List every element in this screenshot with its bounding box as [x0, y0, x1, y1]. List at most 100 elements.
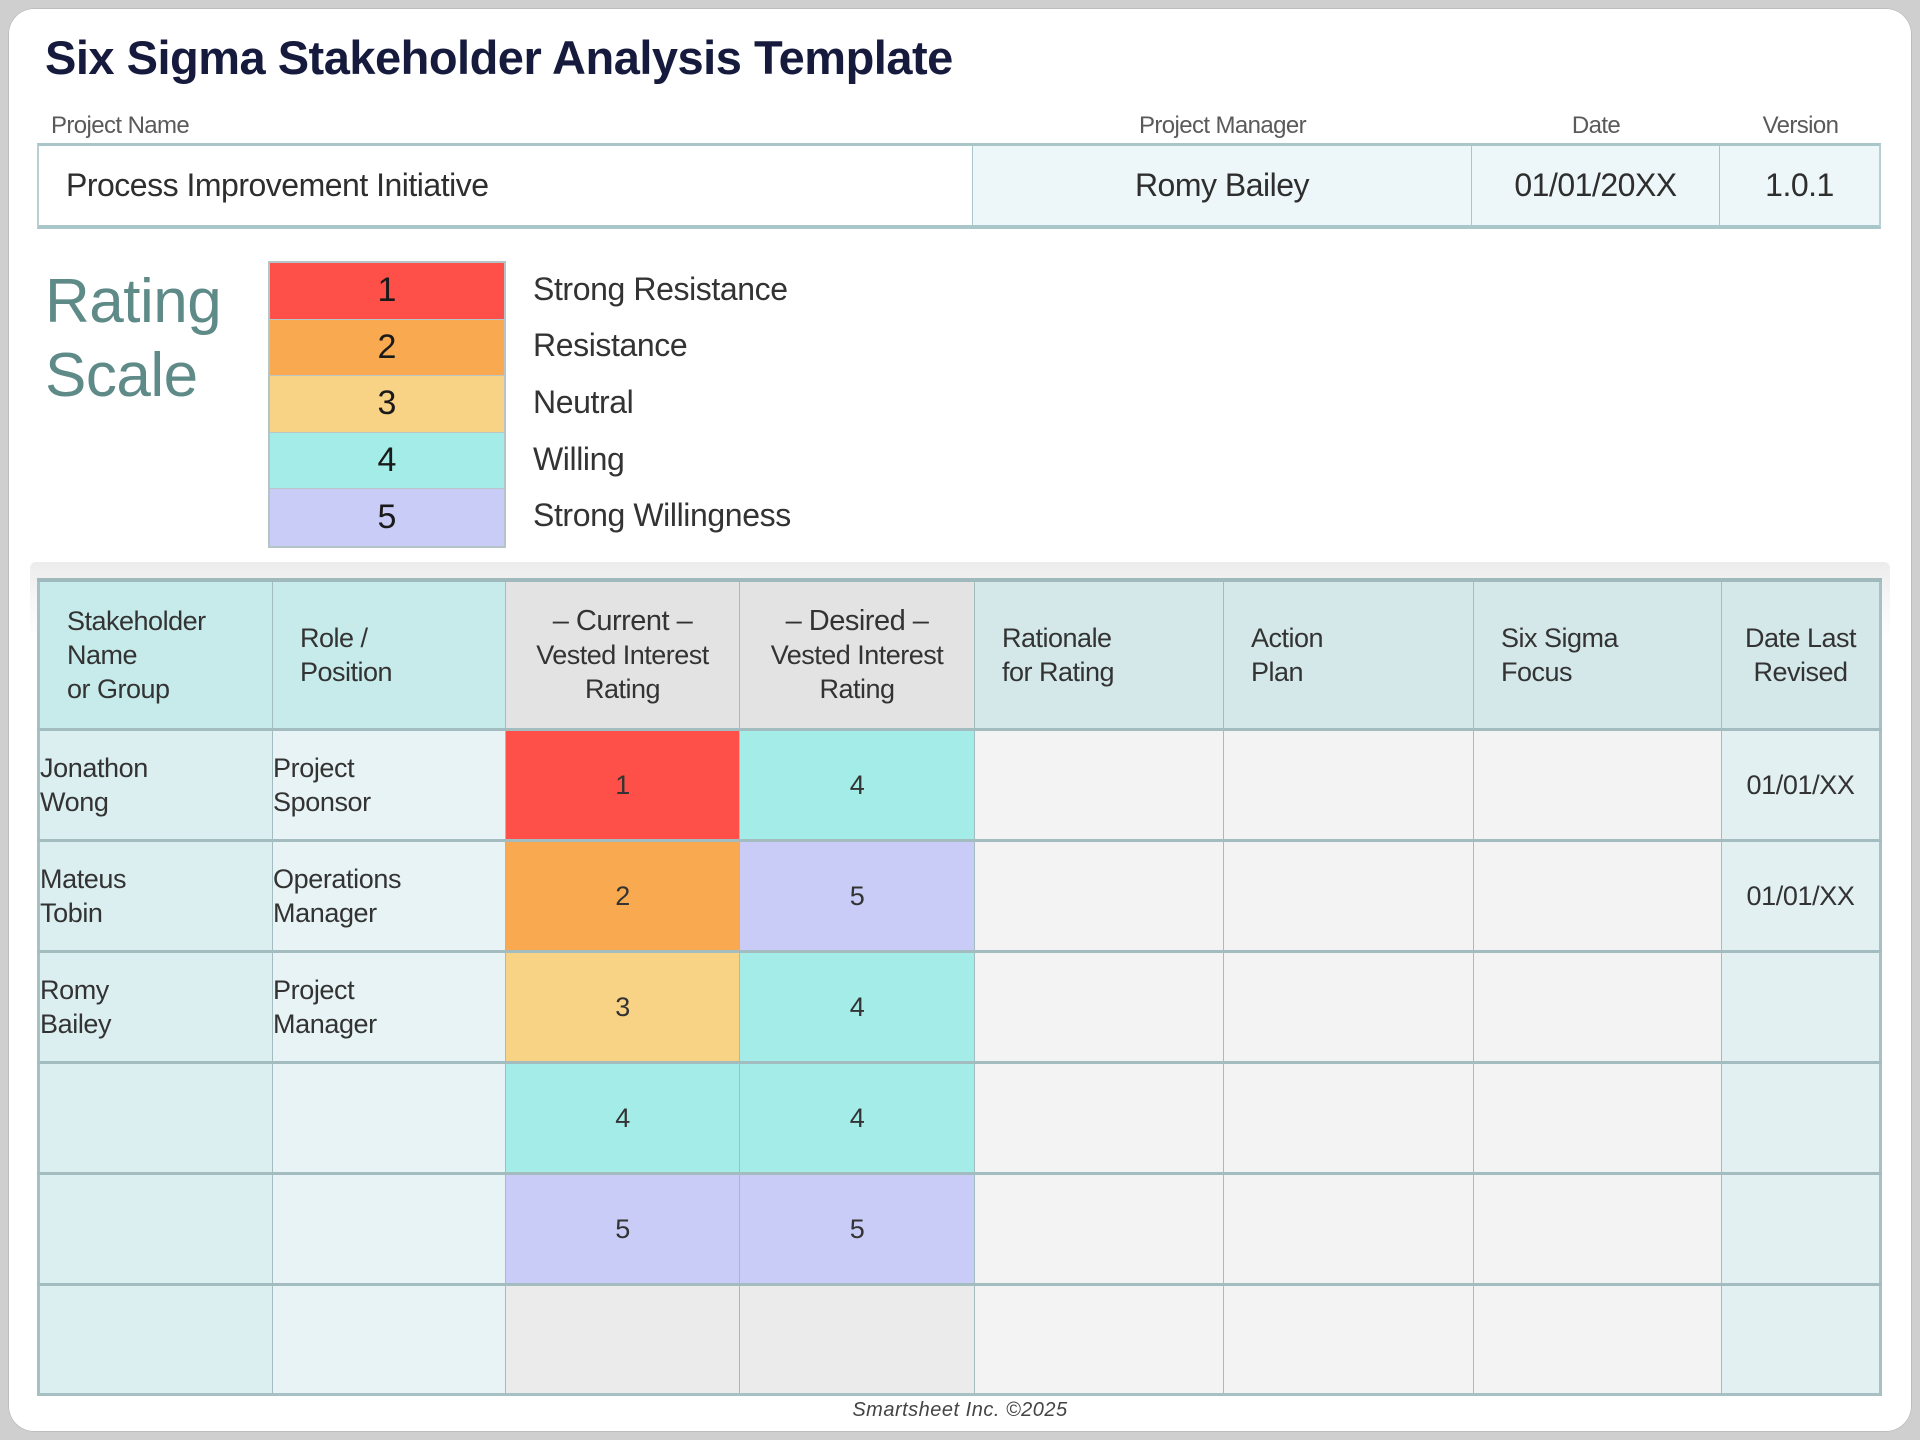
project-name-field[interactable]: Process Improvement Initiative	[39, 146, 973, 225]
focus-cell[interactable]	[1473, 1172, 1722, 1285]
role-cell[interactable]	[272, 1061, 506, 1174]
project-manager-label: Project Manager	[1138, 112, 1307, 139]
date-label: Date	[1571, 112, 1621, 139]
date-revised-cell[interactable]	[1721, 1283, 1881, 1395]
rationale-cell[interactable]	[974, 839, 1224, 952]
header-text: – Desired –	[785, 604, 929, 637]
focus-cell[interactable]	[1473, 950, 1722, 1063]
table-row	[38, 1283, 1881, 1395]
header-text: Six Sigma	[1501, 622, 1619, 653]
current-rating-cell[interactable]: 1	[505, 728, 740, 841]
stakeholder-name-cell[interactable]	[38, 1283, 273, 1395]
desired-rating-cell[interactable]: 4	[739, 1061, 975, 1174]
date-revised-cell[interactable]	[1721, 1061, 1881, 1174]
name-line: Romy	[40, 974, 109, 1005]
table-row: 44	[38, 1061, 1881, 1174]
stakeholder-name-cell[interactable]	[38, 1061, 273, 1174]
header-text: Rating	[819, 673, 895, 704]
current-rating-cell[interactable]: 3	[505, 950, 740, 1063]
rationale-cell[interactable]	[974, 728, 1224, 841]
action-cell[interactable]	[1223, 1172, 1474, 1285]
header-text: Name	[67, 639, 138, 670]
action-cell[interactable]	[1223, 839, 1474, 952]
role-cell[interactable]	[272, 1283, 506, 1395]
name-line: Jonathon	[40, 752, 148, 783]
table-row: 55	[38, 1172, 1881, 1285]
focus-cell[interactable]	[1473, 839, 1722, 952]
rating-scale-labels: Strong Resistance Resistance Neutral Wil…	[533, 261, 791, 544]
rating-swatch-3: 3	[270, 376, 504, 433]
rating-swatch-4: 4	[270, 432, 504, 490]
project-manager-field[interactable]: Romy Bailey	[973, 146, 1472, 225]
project-info-row: Process Improvement Initiative Romy Bail…	[37, 143, 1881, 229]
version-label: Version	[1762, 112, 1839, 139]
date-field[interactable]: 01/01/20XX	[1472, 146, 1720, 225]
rationale-cell[interactable]	[974, 1061, 1224, 1174]
focus-cell[interactable]	[1473, 1283, 1722, 1395]
rationale-cell[interactable]	[974, 1283, 1224, 1395]
current-rating-cell[interactable]: 2	[505, 839, 740, 952]
current-rating-cell[interactable]	[505, 1283, 740, 1395]
name-line: Bailey	[40, 1008, 112, 1039]
header-text: Date Last	[1744, 622, 1857, 653]
focus-cell[interactable]	[1473, 1061, 1722, 1174]
header-role-position: Role / Position	[272, 579, 506, 730]
stakeholder-name-cell[interactable]: Mateus Tobin	[38, 839, 273, 952]
desired-rating-cell[interactable]: 4	[739, 950, 975, 1063]
rating-swatch-1: 1	[270, 263, 504, 320]
header-text: Stakeholder	[67, 605, 206, 636]
header-text: Revised	[1753, 656, 1848, 687]
header-six-sigma-focus: Six Sigma Focus	[1473, 579, 1722, 730]
header-date-last-revised: Date Last Revised	[1721, 579, 1881, 730]
stakeholder-name-cell[interactable]: Jonathon Wong	[38, 728, 273, 841]
current-rating-cell[interactable]: 5	[505, 1172, 740, 1285]
header-stakeholder-name: Stakeholder Name or Group	[38, 579, 273, 730]
table-row: Romy Bailey Project Manager 3 4	[38, 950, 1881, 1063]
header-action-plan: Action Plan	[1223, 579, 1474, 730]
header-text: Plan	[1251, 656, 1304, 687]
role-cell[interactable]: Operations Manager	[272, 839, 506, 952]
date-revised-cell[interactable]: 01/01/XX	[1721, 728, 1881, 841]
desired-rating-cell[interactable]: 5	[739, 839, 975, 952]
date-revised-cell[interactable]: 01/01/XX	[1721, 839, 1881, 952]
desired-rating-cell[interactable]: 5	[739, 1172, 975, 1285]
header-desired-rating: – Desired – Vested Interest Rating	[739, 579, 975, 730]
desired-rating-cell[interactable]: 4	[739, 728, 975, 841]
rating-label-1: Strong Resistance	[533, 270, 788, 307]
rationale-cell[interactable]	[974, 1172, 1224, 1285]
header-text: Vested Interest	[770, 639, 944, 670]
role-line: Operations	[273, 863, 402, 894]
date-revised-cell[interactable]	[1721, 950, 1881, 1063]
header-text: Focus	[1501, 656, 1573, 687]
rating-swatch-5: 5	[270, 489, 504, 546]
action-cell[interactable]	[1223, 728, 1474, 841]
version-field[interactable]: 1.0.1	[1720, 146, 1879, 225]
header-current-rating: – Current – Vested Interest Rating	[505, 579, 740, 730]
header-rationale: Rationale for Rating	[974, 579, 1224, 730]
header-text: Rating	[584, 673, 661, 704]
rating-label-3: Neutral	[533, 383, 634, 420]
date-revised-cell[interactable]	[1721, 1172, 1881, 1285]
stakeholder-table: Stakeholder Name or Group Role / Positio…	[37, 578, 1882, 1396]
name-line: Mateus	[40, 863, 127, 894]
role-cell[interactable]: Project Manager	[272, 950, 506, 1063]
stakeholder-name-cell[interactable]	[38, 1172, 273, 1285]
action-cell[interactable]	[1223, 1283, 1474, 1395]
rating-scale-swatches: 1 2 3 4 5	[268, 261, 506, 548]
table-row: Mateus Tobin Operations Manager 2 5 01/01/XX	[38, 839, 1881, 952]
desired-rating-cell[interactable]	[739, 1283, 975, 1395]
action-cell[interactable]	[1223, 1061, 1474, 1174]
role-cell[interactable]: Project Sponsor	[272, 728, 506, 841]
stakeholder-name-cell[interactable]: Romy Bailey	[38, 950, 273, 1063]
template-card: Six Sigma Stakeholder Analysis Template …	[8, 8, 1912, 1432]
action-cell[interactable]	[1223, 950, 1474, 1063]
current-rating-cell[interactable]: 4	[505, 1061, 740, 1174]
header-text: Position	[300, 656, 393, 687]
header-text: Action	[1251, 622, 1324, 653]
rationale-cell[interactable]	[974, 950, 1224, 1063]
focus-cell[interactable]	[1473, 728, 1722, 841]
role-line: Manager	[273, 897, 377, 928]
role-cell[interactable]	[272, 1172, 506, 1285]
header-text: or Group	[67, 673, 170, 704]
project-name-label: Project Name	[51, 112, 190, 139]
